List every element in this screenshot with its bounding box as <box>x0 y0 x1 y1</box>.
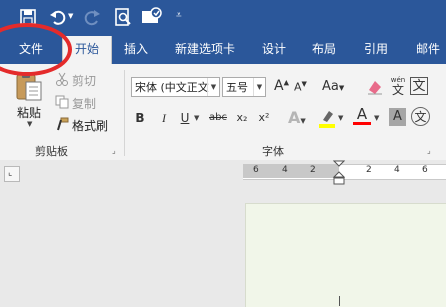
indent-marker-icon[interactable] <box>333 160 345 186</box>
font-launcher-icon[interactable]: ⌟ <box>427 146 431 155</box>
font-color-dropdown-icon[interactable]: ▼ <box>374 114 379 122</box>
bold-button[interactable]: B <box>133 108 147 128</box>
text-effects-button[interactable]: A▼ <box>288 108 306 127</box>
grow-font-icon: A <box>274 78 284 94</box>
font-size-value: 五号 <box>226 81 248 94</box>
phonetic-guide-button[interactable]: wén 文 <box>388 76 408 97</box>
change-case-button[interactable]: Aa▼ <box>322 79 344 94</box>
ruler-number: 4 <box>282 165 288 175</box>
tab-mailings[interactable]: 邮件 <box>406 36 446 64</box>
highlight-dropdown-icon[interactable]: ▼ <box>338 114 343 122</box>
paste-button[interactable]: 粘贴 <box>17 104 41 121</box>
strikethrough-button[interactable]: abc <box>208 108 228 128</box>
customize-qat-icon[interactable]: ⩡ <box>176 10 182 21</box>
format-painter-button[interactable]: 格式刷 <box>72 117 108 134</box>
superscript-button[interactable]: x² <box>256 108 272 128</box>
clipboard-group-label: 剪贴板 <box>35 145 68 158</box>
font-name-combo[interactable]: 宋体 (中文正文 ▼ <box>131 77 220 97</box>
left-tab-icon: ⌞ <box>8 168 13 178</box>
font-color-icon: A <box>356 105 368 123</box>
print-preview-icon[interactable] <box>113 7 133 27</box>
change-case-icon: Aa <box>322 79 339 94</box>
underline-dropdown-icon[interactable]: ▼ <box>194 114 199 122</box>
shrink-font-button[interactable]: A▼ <box>294 80 307 94</box>
tab-insert[interactable]: 插入 <box>114 36 158 64</box>
cut-icon <box>56 72 68 86</box>
clipboard-launcher-icon[interactable]: ⌟ <box>112 146 116 155</box>
format-painter-icon <box>57 117 69 131</box>
undo-icon[interactable] <box>48 7 68 27</box>
cut-button[interactable]: 剪切 <box>72 72 96 89</box>
touch-mode-icon[interactable] <box>141 7 163 27</box>
highlight-icon[interactable] <box>318 108 336 128</box>
copy-button[interactable]: 复制 <box>72 95 96 112</box>
group-separator <box>124 70 125 156</box>
ruler-number: 2 <box>310 165 316 175</box>
enclose-characters-button[interactable]: 文 <box>411 107 430 126</box>
ruler-number: 4 <box>394 165 400 175</box>
document-page[interactable] <box>245 203 446 307</box>
font-group-label: 字体 <box>262 145 284 158</box>
tab-layout[interactable]: 布局 <box>302 36 346 64</box>
character-border-button[interactable]: 文 <box>410 77 428 95</box>
text-cursor <box>339 296 340 306</box>
tab-design[interactable]: 设计 <box>252 36 296 64</box>
chevron-down-icon[interactable]: ▼ <box>253 78 265 96</box>
tab-references[interactable]: 引用 <box>354 36 398 64</box>
ruler-number: 2 <box>366 165 372 175</box>
phonetic-char: 文 <box>391 83 404 97</box>
grow-font-button[interactable]: A▲ <box>274 78 289 94</box>
italic-button[interactable]: I <box>157 108 171 128</box>
copy-icon <box>55 95 69 109</box>
underline-button[interactable]: U <box>178 108 192 128</box>
tab-new-tab[interactable]: 新建选项卡 <box>166 36 244 64</box>
ruler-number: 6 <box>422 165 428 175</box>
clear-formatting-icon[interactable] <box>366 78 384 96</box>
paste-dropdown-icon[interactable]: ▼ <box>27 120 32 128</box>
undo-dropdown-icon[interactable]: ▼ <box>68 12 73 20</box>
character-shading-button[interactable]: A <box>389 108 406 126</box>
ruler-number: 6 <box>253 165 259 175</box>
font-size-combo[interactable]: 五号 ▼ <box>222 77 266 97</box>
font-color-button[interactable]: A <box>353 106 371 125</box>
redo-icon[interactable] <box>82 7 102 27</box>
shrink-font-icon: A <box>294 80 302 94</box>
text-effects-icon: A <box>288 108 301 127</box>
font-name-value: 宋体 (中文正文 <box>135 81 209 94</box>
subscript-button[interactable]: x₂ <box>234 108 250 128</box>
chevron-down-icon[interactable]: ▼ <box>207 78 219 96</box>
